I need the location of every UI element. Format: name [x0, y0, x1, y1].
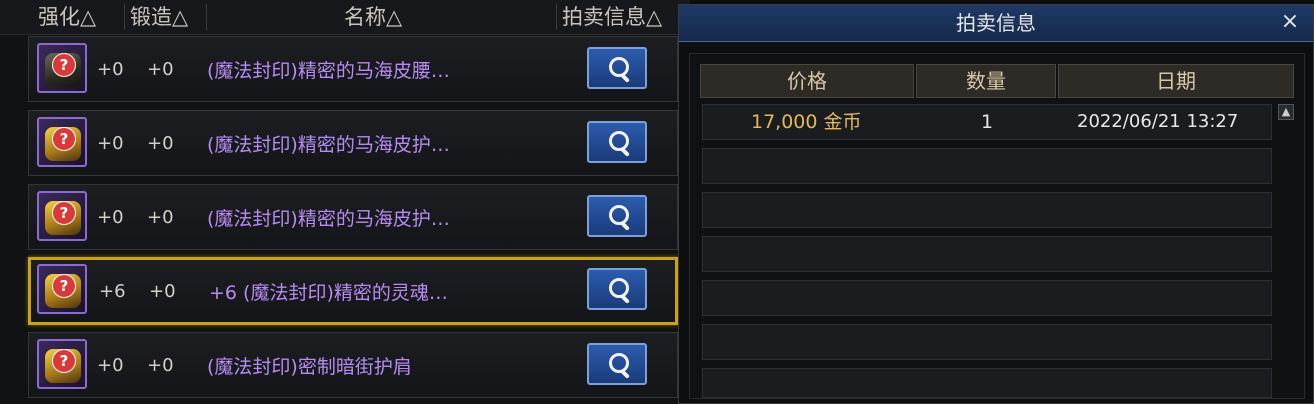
sort-name-header[interactable]: 名称△ — [344, 0, 402, 34]
forge-level: +0 — [149, 280, 176, 302]
unidentified-mark-icon: ? — [52, 349, 76, 373]
item-name: +6 (魔法封印)精密的灵魂… — [209, 281, 448, 304]
date-column-header: 日期 — [1058, 64, 1294, 98]
auction-row-empty — [702, 280, 1272, 316]
header-divider — [556, 4, 557, 30]
forge-level: +0 — [147, 132, 174, 154]
unidentified-mark-icon: ? — [52, 127, 76, 151]
search-icon — [609, 57, 629, 77]
enhance-level: +0 — [97, 58, 124, 80]
search-icon — [609, 353, 629, 373]
item-name: (魔法封印)精密的马海皮腰… — [207, 59, 450, 82]
auction-row-empty — [702, 192, 1272, 228]
item-row[interactable]: ? +0 +0 (魔法封印)精密的马海皮护… — [28, 110, 678, 176]
unidentified-mark-icon: ? — [52, 53, 76, 77]
scroll-up-button[interactable]: ▲ — [1278, 104, 1294, 120]
forge-level: +0 — [147, 354, 174, 376]
auction-row[interactable]: 17,000 金币 1 2022/06/21 13:27 — [702, 104, 1272, 140]
armor-icon[interactable]: ? — [37, 191, 87, 241]
search-icon — [609, 205, 629, 225]
forge-level: +0 — [147, 58, 174, 80]
close-icon[interactable]: × — [1279, 11, 1301, 33]
price-value: 17,000 金币 — [751, 111, 862, 133]
enhance-level: +0 — [97, 132, 124, 154]
search-icon — [609, 278, 629, 298]
item-name: (魔法封印)精密的马海皮护… — [207, 133, 450, 156]
item-row[interactable]: ? +0 +0 (魔法封印)精密的马海皮腰… — [28, 36, 678, 102]
item-list-panel: 强化△ 锻造△ 名称△ 拍卖信息△ ? +0 +0 (魔法封印)精密的马海皮腰…… — [0, 0, 690, 404]
list-header: 强化△ 锻造△ 名称△ 拍卖信息△ — [0, 0, 690, 35]
sort-auction-header[interactable]: 拍卖信息△ — [562, 0, 662, 34]
price-column-header: 价格 — [700, 64, 914, 98]
item-row[interactable]: ? +0 +0 (魔法封印)精密的马海皮护… — [28, 184, 678, 250]
sort-enhance-header[interactable]: 强化△ — [38, 0, 96, 34]
auction-search-button[interactable] — [587, 268, 647, 310]
item-row-selected[interactable]: ? +6 +0 +6 (魔法封印)精密的灵魂… — [28, 257, 678, 325]
item-name: (魔法封印)密制暗街护肩 — [207, 355, 412, 378]
header-divider — [206, 4, 207, 30]
quantity-value: 1 — [981, 111, 994, 133]
enhance-level: +6 — [99, 280, 126, 302]
unidentified-mark-icon: ? — [52, 201, 76, 225]
sort-forge-header[interactable]: 锻造△ — [130, 0, 188, 34]
auction-row-empty — [702, 236, 1272, 272]
auction-search-button[interactable] — [587, 47, 647, 89]
auction-search-button[interactable] — [587, 195, 647, 237]
armor-icon[interactable]: ? — [37, 264, 87, 314]
auction-row-empty — [702, 148, 1272, 184]
auction-row-empty — [702, 324, 1272, 360]
forge-level: +0 — [147, 206, 174, 228]
belt-icon[interactable]: ? — [37, 43, 87, 93]
item-name: (魔法封印)精密的马海皮护… — [207, 207, 450, 230]
auction-search-button[interactable] — [587, 121, 647, 163]
enhance-level: +0 — [97, 354, 124, 376]
search-icon — [609, 131, 629, 151]
dialog-title: 拍卖信息 — [956, 11, 1036, 35]
auction-search-button[interactable] — [587, 343, 647, 385]
shoulder-icon[interactable]: ? — [37, 339, 87, 389]
quantity-column-header: 数量 — [916, 64, 1056, 98]
auction-row-empty — [702, 368, 1272, 398]
armor-icon[interactable]: ? — [37, 117, 87, 167]
item-row[interactable]: ? +0 +0 (魔法封印)密制暗街护肩 — [28, 332, 678, 398]
header-divider — [124, 4, 125, 30]
date-value: 2022/06/21 13:27 — [1077, 111, 1239, 132]
enhance-level: +0 — [97, 206, 124, 228]
unidentified-mark-icon: ? — [52, 274, 76, 298]
auction-table: 价格 数量 日期 17,000 金币 1 2022/06/21 13:27 ▲ — [689, 53, 1305, 399]
auction-info-dialog: 拍卖信息 × 价格 数量 日期 17,000 金币 1 2022/06/21 1… — [678, 4, 1314, 404]
dialog-title-bar[interactable]: 拍卖信息 × — [679, 5, 1313, 42]
